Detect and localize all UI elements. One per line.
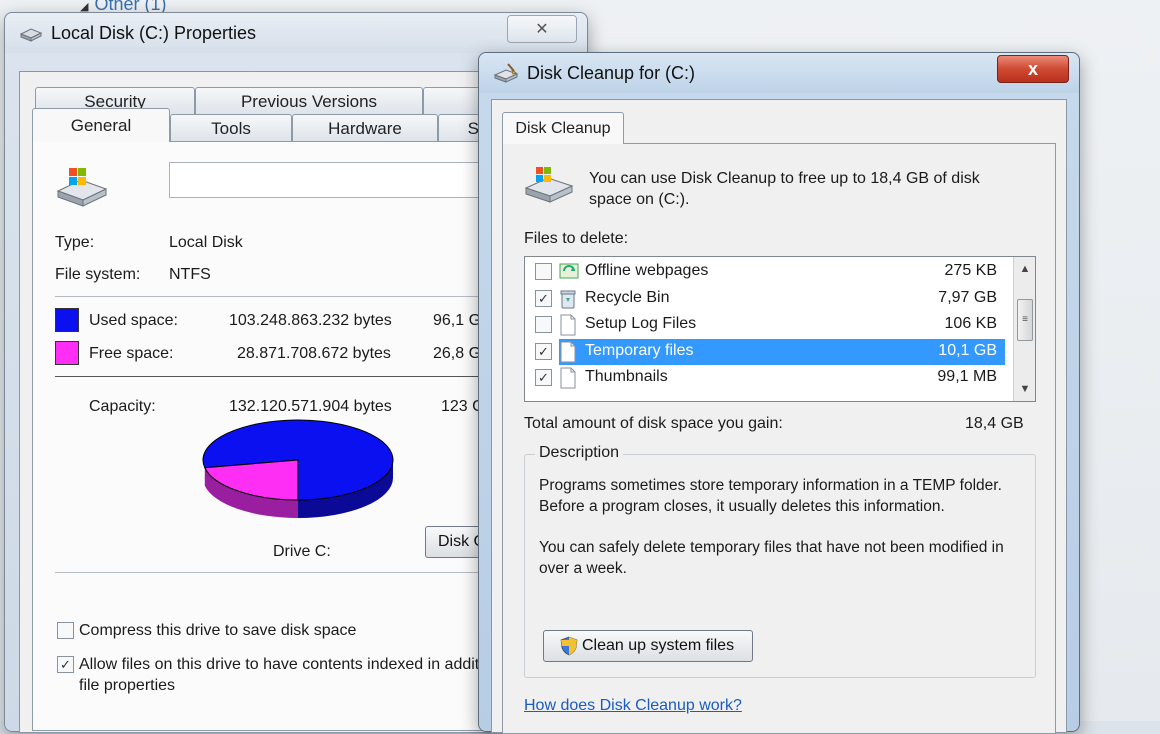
disk-cleanup-title: Disk Cleanup for (C:) [527,62,696,83]
scrollbar-thumb[interactable]: ≡ [1017,299,1033,341]
file-list-item[interactable]: Setup Log Files 106 KB [525,312,1005,338]
properties-close-button[interactable]: ✕ [507,15,577,43]
free-space-bytes: 28.871.708.672 bytes [237,345,391,362]
file-list-item[interactable]: ✓ Thumbnails 99,1 MB [525,365,1005,391]
file-checkbox[interactable] [535,263,552,280]
tab-general[interactable]: General [32,108,170,142]
properties-title: Local Disk (C:) Properties [51,22,257,43]
capacity-label: Capacity: [89,398,156,415]
tab-hardware-label: Hardware [328,118,402,138]
disk-cleanup-close-button[interactable]: x [997,55,1069,83]
description-group: Description Programs sometimes store tem… [524,444,1036,678]
uac-shield-icon [560,636,578,656]
tab-previous-versions-label: Previous Versions [240,91,378,111]
help-link[interactable]: How does Disk Cleanup work? [524,697,742,715]
description-paragraph-1: Programs sometimes store temporary infor… [539,477,1002,515]
file-name: Temporary files [585,341,694,359]
drive-cleanup-large-icon [524,167,574,203]
file-checkbox[interactable]: ✓ [535,369,552,386]
tab-disk-cleanup-label: Disk Cleanup [515,119,611,137]
file-system-label: File system: [55,266,141,283]
recycle-bin-icon [559,288,579,310]
description-paragraph-2: You can safely delete temporary files th… [539,539,1004,577]
scroll-down-arrow-icon[interactable]: ▼ [1014,379,1035,399]
file-size: 10,1 GB [938,341,997,359]
files-list-scrollbar[interactable]: ▲ ≡ ▼ [1013,257,1035,401]
files-to-delete-label: Files to delete: [524,230,629,247]
close-icon: ✕ [535,21,549,38]
index-checkbox[interactable]: ✓ [57,656,74,673]
properties-titlebar[interactable]: Local Disk (C:) Properties [5,13,587,53]
disk-cleanup-icon [493,63,519,83]
tab-tools-label: Tools [211,118,251,138]
close-icon: x [1027,58,1038,79]
file-size: 7,97 GB [938,288,997,306]
file-checkbox[interactable]: ✓ [535,289,552,307]
file-list-item[interactable]: Offline webpages 275 KB [525,259,1005,285]
files-to-delete-list[interactable]: Offline webpages 275 KB ✓ Recycle Bin 7,97 G… [524,256,1036,402]
file-size: 99,1 MB [937,368,997,385]
clean-up-system-files-label: Clean up system files [582,637,735,654]
file-name: Offline webpages [585,262,709,279]
compress-label: Compress this drive to save disk space [79,622,357,639]
free-space-label: Free space: [89,345,174,362]
clean-up-system-files-button[interactable]: Clean up system files [543,630,753,662]
index-label-line2: file properties [79,677,176,694]
type-label: Type: [55,234,95,251]
free-space-swatch [55,341,79,365]
file-name: Setup Log Files [585,315,697,332]
document-icon [559,341,579,363]
capacity-bytes: 132.120.571.904 bytes [229,398,392,415]
file-checkbox[interactable] [535,316,552,333]
disk-cleanup-tab-panel: You can use Disk Cleanup to free up to 1… [502,143,1056,734]
scroll-up-arrow-icon[interactable]: ▲ [1014,259,1035,279]
offline-webpages-icon [559,261,579,283]
disk-cleanup-window: Disk Cleanup for (C:) x Disk Cleanup You… [478,52,1080,734]
file-name: Thumbnails [585,368,668,385]
disk-cleanup-client-area: Disk Cleanup You can use Disk Cleanup to… [491,99,1067,734]
intro-text: You can use Disk Cleanup to free up to 1… [589,170,980,208]
used-space-bytes: 103.248.863.232 bytes [229,312,392,329]
type-value: Local Disk [169,234,243,251]
drive-caption: Drive C: [273,543,331,560]
tab-disk-cleanup[interactable]: Disk Cleanup [502,112,624,144]
description-title: Description [535,444,624,462]
file-checkbox[interactable]: ✓ [535,342,552,360]
file-size: 275 KB [944,262,997,279]
disk-cleanup-titlebar[interactable]: Disk Cleanup for (C:) [479,53,1079,93]
drive-icon [19,28,43,42]
used-space-swatch [55,308,79,332]
document-icon [559,314,579,336]
drive-large-icon [56,168,108,207]
index-label: Allow files on this drive to have conten… [79,656,519,673]
used-space-label: Used space: [89,312,178,329]
total-gain-label: Total amount of disk space you gain: [524,415,783,432]
compress-checkbox[interactable] [57,622,74,639]
file-name: Recycle Bin [585,288,670,306]
tab-general-label: General [70,115,132,135]
file-size: 106 KB [944,315,997,332]
tab-hardware[interactable]: Hardware [292,114,438,142]
document-icon [559,367,579,389]
file-list-item[interactable]: ✓ Recycle Bin 7,97 GB [525,286,1005,312]
total-gain-value: 18,4 GB [965,415,1024,432]
tab-tools[interactable]: Tools [170,114,292,142]
file-system-value: NTFS [169,266,211,283]
disk-usage-pie-chart [202,419,394,518]
tab-previous-versions[interactable]: Previous Versions [195,87,423,115]
file-list-item[interactable]: ✓ Temporary files 10,1 GB [525,338,1005,365]
